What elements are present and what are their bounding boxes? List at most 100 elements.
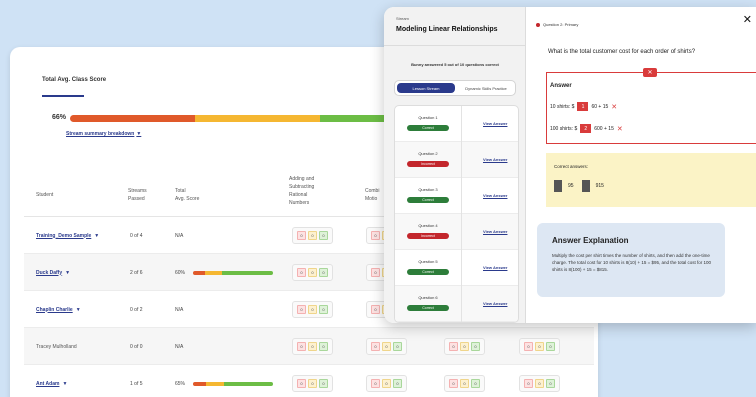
mastery-box: 0	[449, 342, 458, 351]
skill-boxes[interactable]: 000	[292, 254, 333, 291]
incorrect-dot-icon	[536, 22, 540, 27]
answer-line-2: 100 shirts: $ 2 600 + 15 ✕	[550, 124, 623, 133]
view-answer-link[interactable]: View Answer	[483, 121, 507, 126]
mastery-box: 0	[319, 379, 328, 388]
tab-dynamic-skills[interactable]: Dynamic Skills Practice	[457, 81, 515, 95]
mastery-box: 0	[382, 379, 391, 388]
correct-answers-box: Correct answers: 95 915	[546, 153, 756, 207]
mastery-box: 0	[535, 342, 544, 351]
total-avg-label: Total Avg. Class Score	[42, 77, 107, 83]
student-cell: Tracey Mulholland	[36, 328, 77, 365]
streams-passed: 1 of 5	[130, 380, 143, 387]
mastery-box: 0	[460, 342, 469, 351]
tab-lesson-stream[interactable]: Lesson Stream	[397, 83, 455, 93]
col-adding-subtracting[interactable]: Adding and Subtracting Rational Numbers	[289, 175, 314, 207]
student-cell[interactable]: Duck Daffy ▼	[36, 254, 70, 291]
mastery-box: 0	[546, 342, 555, 351]
mastery-box: 0	[524, 342, 533, 351]
total-avg-score: N/A	[175, 232, 184, 239]
wrong-x-icon: ✕	[616, 125, 623, 133]
student-score-bar	[193, 381, 273, 386]
col-student[interactable]: Student	[36, 191, 53, 199]
col-combining[interactable]: Combi Motio	[365, 187, 379, 203]
divider	[461, 142, 462, 178]
student-name: Chaplin Charlie	[36, 306, 73, 313]
stream-detail-modal: Stream Modeling Linear Relationships Bun…	[384, 7, 756, 323]
student-cell[interactable]: Ant Adam ▼	[36, 365, 67, 397]
view-answer-link[interactable]: View Answer	[483, 157, 507, 162]
student-score-bar	[193, 270, 273, 275]
skill-boxes[interactable]: 000	[519, 328, 560, 365]
question-label: Question 5	[418, 259, 438, 264]
caret-down-icon[interactable]: ▼	[94, 233, 99, 239]
wrong-x-icon: ✕	[611, 103, 618, 111]
skill-boxes[interactable]: 000	[444, 365, 485, 397]
caret-down-icon[interactable]: ▼	[65, 270, 70, 276]
divider	[461, 214, 462, 250]
col-streams-passed[interactable]: Streams Passed	[128, 187, 147, 203]
question-text: What is the total customer cost for each…	[548, 49, 696, 55]
score-bar-segment	[319, 115, 390, 122]
skill-boxes[interactable]: 000	[292, 217, 333, 254]
skill-boxes[interactable]: 000	[366, 328, 407, 365]
answer-title: Answer	[550, 83, 572, 89]
mastery-box: 0	[449, 379, 458, 388]
divider	[461, 250, 462, 286]
mastery-box: 0	[297, 305, 306, 314]
total-avg-score: N/A	[175, 306, 184, 313]
close-icon[interactable]: ✕	[743, 13, 752, 26]
caret-down-icon[interactable]: ▼	[76, 307, 81, 313]
question-row: Question 4 Incorrect View Answer	[395, 214, 518, 250]
explanation-title: Answer Explanation	[552, 236, 629, 245]
question-row: Question 5 Correct View Answer	[395, 250, 518, 286]
mastery-box: 0	[319, 305, 328, 314]
mastery-box: 0	[460, 379, 469, 388]
title-underline	[42, 95, 84, 97]
mastery-box: 0	[393, 342, 402, 351]
question-sidebar: Stream Modeling Linear Relationships Bun…	[384, 7, 526, 323]
question-header: Question 2: Primary	[536, 22, 578, 27]
student-name: Training_Demo Sample	[36, 232, 92, 239]
mastery-box: 0	[297, 379, 306, 388]
student-cell[interactable]: Chaplin Charlie ▼	[36, 291, 81, 328]
divider	[461, 286, 462, 322]
mastery-box: 0	[371, 379, 380, 388]
blank-marker	[554, 180, 562, 192]
view-answer-link[interactable]: View Answer	[483, 301, 507, 306]
streams-passed: 0 of 4	[130, 232, 143, 239]
total-avg-score: 60%	[175, 254, 273, 291]
score-bar-segment	[194, 115, 320, 122]
mastery-box: 0	[393, 379, 402, 388]
streams-passed: 0 of 0	[130, 343, 143, 350]
question-label: Question 3	[418, 187, 438, 192]
answered-summary: Bunny answered 5 out of 10 questions cor…	[411, 62, 499, 67]
skill-boxes[interactable]: 000	[444, 328, 485, 365]
student-cell[interactable]: Training_Demo Sample ▼	[36, 217, 99, 254]
view-answer-link[interactable]: View Answer	[483, 229, 507, 234]
student-name: Duck Daffy	[36, 269, 63, 276]
skill-boxes[interactable]: 000	[292, 365, 333, 397]
skill-boxes[interactable]: 000	[292, 328, 333, 365]
caret-down-icon[interactable]: ▼	[62, 381, 67, 387]
mastery-box: 0	[546, 379, 555, 388]
question-label: Question 2	[418, 151, 438, 156]
question-row: Question 2 Incorrect View Answer	[395, 142, 518, 178]
mastery-box: 0	[308, 305, 317, 314]
mastery-box: 0	[308, 231, 317, 240]
question-label: Question 4	[418, 223, 438, 228]
view-answer-link[interactable]: View Answer	[483, 265, 507, 270]
mastery-box: 0	[319, 231, 328, 240]
divider	[384, 45, 526, 46]
status-badge: Incorrect	[407, 233, 449, 239]
blank-marker	[581, 180, 590, 192]
view-answer-link[interactable]: View Answer	[483, 193, 507, 198]
mastery-box: 0	[471, 342, 480, 351]
stream-breakdown-link[interactable]: Stream summary breakdown ▼	[66, 131, 141, 137]
col-total-avg[interactable]: Total Avg. Score	[175, 187, 199, 203]
skill-boxes[interactable]: 000	[366, 365, 407, 397]
skill-boxes[interactable]: 000	[519, 365, 560, 397]
status-badge: Correct	[407, 125, 449, 131]
student-answer-box: ✕ Answer 10 shirts: $ 1 60 + 15 ✕ 100 sh…	[546, 68, 756, 144]
skill-boxes[interactable]: 000	[292, 291, 333, 328]
streams-passed: 0 of 2	[130, 306, 143, 313]
